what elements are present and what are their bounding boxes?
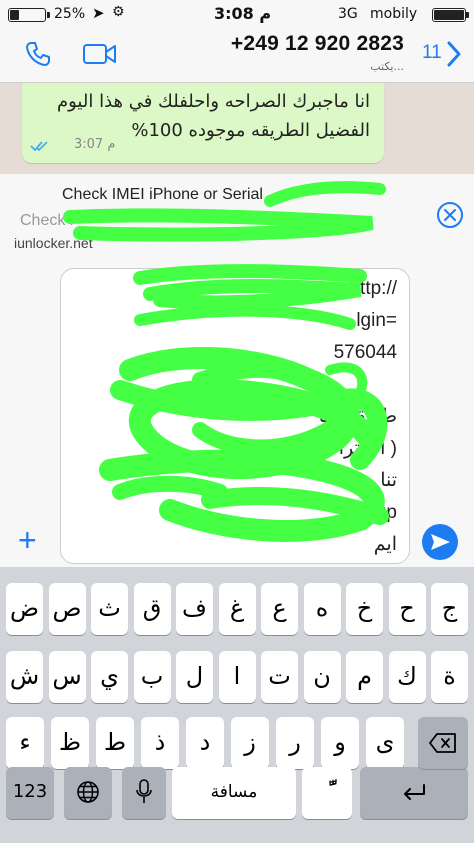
close-preview-icon[interactable] [436,201,464,229]
key-row2-6[interactable]: ت [261,651,298,703]
message-time: 3:07 م [74,137,116,152]
delete-key[interactable] [418,717,468,769]
key-row1-8[interactable]: خ [346,583,383,635]
preview-scribble [63,181,386,242]
status-bar: 25% ➤ ⚙ 3:08 م 3G mobily [0,0,474,28]
text-scribble [99,264,389,542]
add-attachment-icon[interactable]: + [18,524,37,556]
microphone-key[interactable] [122,767,166,819]
unread-count[interactable]: 11 [422,42,442,64]
message-bubble[interactable]: انا ماجبرك الصراحه واحلفلك في هذا اليوم … [22,83,384,163]
carrier-name: mobily [370,6,418,22]
key-row1-4[interactable]: ف [176,583,213,635]
key-row3-0[interactable]: ء [6,717,44,769]
key-row2-8[interactable]: م [346,651,383,703]
key-row3-6[interactable]: ر [276,717,314,769]
key-row1-1[interactable]: ص [48,583,86,635]
globe-icon [77,781,99,803]
key-row2-9[interactable]: ك [388,651,426,703]
key-row3-1[interactable]: ظ [51,717,89,769]
key-row1-3[interactable]: ق [133,583,171,635]
numbers-key[interactable]: 123 [6,767,54,819]
battery-percent: 25% [54,6,86,22]
message-line: انا ماجبرك الصراحه واحلفلك في هذا اليوم [56,91,370,112]
typing-status: يكتب... [370,60,404,73]
key-row2-4[interactable]: ل [176,651,213,703]
chat-area: انا ماجبرك الصراحه واحلفلك في هذا اليوم … [0,83,474,173]
globe-key[interactable] [64,767,112,819]
key-row1-6[interactable]: ع [261,583,298,635]
space-key[interactable]: مسافة [172,767,296,819]
key-row3-7[interactable]: و [321,717,359,769]
key-row1-9[interactable]: ح [388,583,426,635]
network-type: 3G [338,6,358,22]
key-row1-5[interactable]: غ [218,583,256,635]
rotation-lock-icon: ⚙ [112,4,125,20]
tashkeel-key[interactable]: ًّ [302,767,352,819]
return-key[interactable] [360,767,468,819]
key-row2-0[interactable]: ش [6,651,43,703]
contact-number[interactable]: +249 12 920 2823 [231,32,404,56]
key-row2-2[interactable]: ي [91,651,128,703]
video-call-icon[interactable] [82,42,118,66]
key-row3-4[interactable]: د [186,717,224,769]
key-row2-3[interactable]: ب [133,651,171,703]
battery-right-icon [432,8,466,22]
key-row3-3[interactable]: ذ [141,717,179,769]
key-row1-7[interactable]: ه [303,583,341,635]
location-icon: ➤ [92,4,105,22]
key-row2-7[interactable]: ن [303,651,341,703]
send-button[interactable] [422,524,458,560]
battery-tip [47,12,50,18]
key-row3-2[interactable]: ط [96,717,134,769]
key-row1-0[interactable]: ض [6,583,43,635]
double-check-icon [30,141,48,152]
backspace-icon [429,733,456,753]
key-row1-2[interactable]: ث [91,583,128,635]
phone-call-icon[interactable] [24,40,52,68]
key-row1-10[interactable]: ج [431,583,468,635]
battery-right-tip [466,12,469,18]
return-icon [404,784,425,800]
key-row3-8[interactable]: ى [366,717,404,769]
chat-header: +249 12 920 2823 يكتب... 11 [0,28,474,83]
input-line: الرا [67,561,397,563]
battery-icon [8,8,46,22]
keyboard: ضصثقفغعهخحج شسيبلاتنمكة ءظطذدزروى 123 مس… [0,567,474,843]
key-row2-1[interactable]: س [48,651,86,703]
microphone-icon [136,779,152,803]
key-row2-10[interactable]: ة [431,651,468,703]
key-row3-5[interactable]: ز [231,717,269,769]
status-time: 3:08 م [214,4,272,23]
key-row2-5[interactable]: ا [218,651,256,703]
chevron-right-icon[interactable] [444,40,464,68]
